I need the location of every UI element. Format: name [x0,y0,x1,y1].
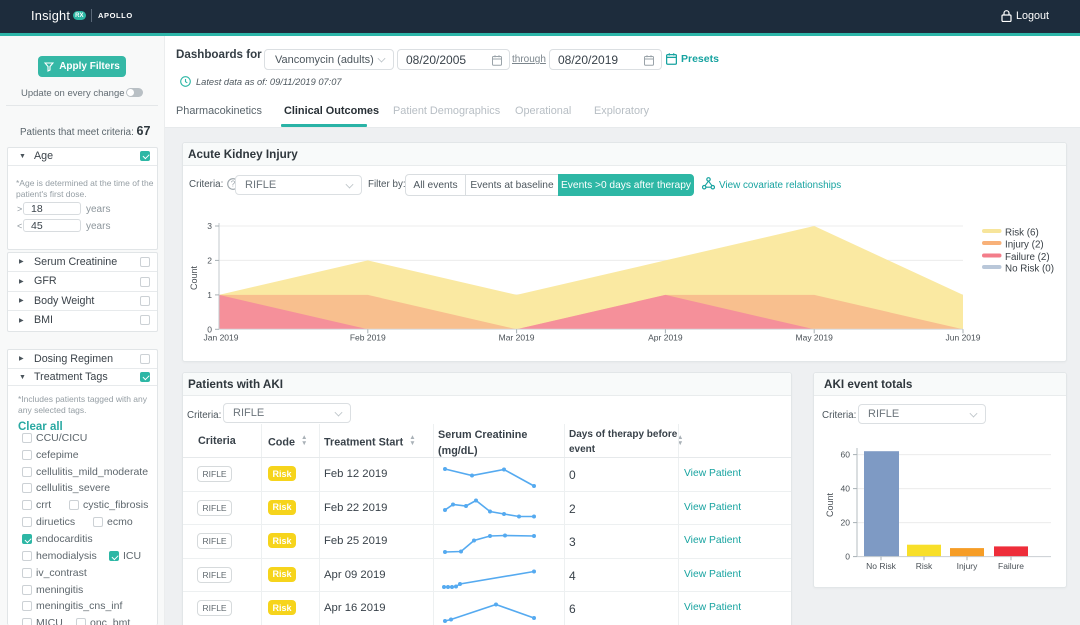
svg-text:Risk: Risk [916,561,933,571]
svg-text:40: 40 [841,484,851,494]
svg-text:Mar 2019: Mar 2019 [499,333,535,343]
svg-text:Count: Count [825,493,835,518]
svg-text:Failure (2): Failure (2) [1005,252,1050,263]
svg-text:0: 0 [845,552,850,562]
svg-text:2: 2 [207,255,212,265]
svg-text:Failure: Failure [998,561,1024,571]
svg-text:60: 60 [841,450,851,460]
svg-text:No Risk: No Risk [866,561,897,571]
svg-text:No Risk (0): No Risk (0) [1005,264,1054,275]
svg-text:May 2019: May 2019 [796,333,834,343]
svg-text:Jun 2019: Jun 2019 [946,333,981,343]
svg-text:20: 20 [841,518,851,528]
svg-text:1: 1 [207,290,212,300]
svg-text:Risk (6): Risk (6) [1005,228,1039,239]
svg-text:Injury: Injury [957,561,979,571]
svg-text:Jan 2019: Jan 2019 [204,333,239,343]
svg-text:Apr 2019: Apr 2019 [648,333,683,343]
svg-text:3: 3 [207,221,212,231]
svg-text:Feb 2019: Feb 2019 [350,333,386,343]
svg-text:Injury (2): Injury (2) [1005,240,1044,251]
svg-text:Count: Count [189,266,199,291]
